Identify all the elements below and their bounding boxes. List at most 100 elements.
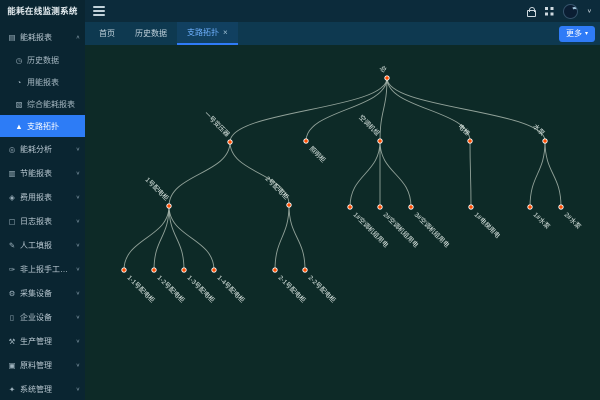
tab-0[interactable]: 首页	[89, 22, 125, 45]
sidebar-item-13[interactable]: ⚒生产管理∨	[0, 329, 85, 353]
tree-node-l1[interactable]	[122, 268, 126, 272]
tree-node-label-n1: 一号变压器	[203, 109, 233, 139]
tree-node-n1a[interactable]	[167, 204, 171, 208]
sidebar-item-5[interactable]: ◎能耗分析∨	[0, 137, 85, 161]
sidebar-item-9[interactable]: ✎人工填报∨	[0, 233, 85, 257]
app-title: 能耗在线监测系统	[0, 0, 85, 22]
fullscreen-grid-icon[interactable]	[545, 7, 554, 16]
tree-node-label-l4: 1-4号配电柜	[216, 273, 248, 305]
tree-node-label-root: 总	[378, 63, 389, 74]
tree-node-label-n4: 电梯	[456, 122, 472, 138]
composite-report-icon: ▧	[14, 100, 24, 109]
tree-edge-root-n4	[387, 78, 470, 141]
sidebar-item-15[interactable]: ✦系统管理∨	[0, 377, 85, 400]
chevron-down-icon: ∨	[76, 242, 80, 248]
sidebar-item-label: 费用报表	[20, 192, 74, 203]
tree-node-n5a[interactable]	[528, 205, 532, 209]
tree-node-l4[interactable]	[212, 268, 216, 272]
tree-node-root[interactable]	[385, 76, 389, 80]
tree-node-label-l1: 1-1号配电柜	[126, 273, 158, 305]
tree-edge-n1a-l4	[169, 206, 214, 270]
tree-node-label-n4a: 1#电梯用电	[473, 210, 503, 240]
tree-node-label-n3: 空调机组	[357, 113, 382, 138]
tree-node-n3b[interactable]	[378, 205, 382, 209]
topology-canvas: 总一号变压器照明柜空调机组电梯水泵1号配电柜2号配电柜1#空调机组用电2#空调机…	[85, 45, 600, 400]
history-icon: ◷	[14, 56, 24, 65]
chevron-down-icon: ∨	[76, 386, 80, 392]
sidebar-item-0[interactable]: ▤能耗报表∧	[0, 25, 85, 49]
tree-edge-n5-n5b	[545, 141, 561, 207]
sidebar-item-4[interactable]: ▲支路拓扑	[0, 115, 85, 137]
tree-node-n3[interactable]	[378, 139, 382, 143]
sidebar-item-label: 支路拓扑	[27, 121, 80, 132]
tree-edge-n1b-l5	[275, 205, 289, 270]
tree-node-n1[interactable]	[228, 140, 232, 144]
sidebar-item-label: 非上报手工录入	[20, 264, 74, 275]
user-avatar[interactable]	[563, 4, 578, 19]
tree-node-n4a[interactable]	[469, 205, 473, 209]
tab-label: 历史数据	[135, 28, 167, 39]
tree-node-l3[interactable]	[182, 268, 186, 272]
tab-list: 首页历史数据 支路拓扑 ×	[89, 22, 238, 45]
topology-icon: ▲	[14, 122, 24, 131]
log-report-icon: ▢	[7, 217, 17, 226]
tree-edge-n3-n3c	[380, 141, 411, 207]
manual-entry-icon: ✎	[7, 241, 17, 250]
sidebar-item-7[interactable]: ◈费用报表∨	[0, 185, 85, 209]
more-button[interactable]: 更多 ▾	[559, 26, 595, 42]
tree-node-label-n2: 照明柜	[308, 144, 329, 165]
tree-node-n3a[interactable]	[348, 205, 352, 209]
sidebar-item-3[interactable]: ▧综合能耗报表	[0, 93, 85, 115]
lock-icon[interactable]	[527, 10, 536, 17]
tree-node-n1b[interactable]	[287, 203, 291, 207]
sidebar-item-11[interactable]: ⚙采集设备∨	[0, 281, 85, 305]
tree-node-n4[interactable]	[468, 139, 472, 143]
sidebar-item-2[interactable]: ◔用能报表	[0, 71, 85, 93]
tree-node-n5[interactable]	[543, 139, 547, 143]
sidebar-item-12[interactable]: ▯企业设备∨	[0, 305, 85, 329]
tree-node-label-n5: 水泵	[531, 122, 547, 138]
tab-close-icon[interactable]: ×	[223, 28, 228, 37]
branch-topology-svg: 总一号变压器照明柜空调机组电梯水泵1号配电柜2号配电柜1#空调机组用电2#空调机…	[85, 45, 600, 400]
sidebar-item-label: 用能报表	[27, 77, 80, 88]
sidebar-item-14[interactable]: ▣原料管理∨	[0, 353, 85, 377]
tab-label: 支路拓扑	[187, 27, 219, 38]
sidebar-item-1[interactable]: ◷历史数据	[0, 49, 85, 71]
more-caret-icon: ▾	[585, 31, 588, 37]
tree-node-l5[interactable]	[273, 268, 277, 272]
chevron-up-icon: ∧	[76, 34, 80, 40]
tree-edge-n1b-l6	[289, 205, 305, 270]
tree-node-label-n5a: 1#水泵	[532, 210, 553, 231]
tab-bar: 首页历史数据 支路拓扑 × 更多 ▾	[85, 22, 600, 45]
chevron-down-icon: ∨	[76, 338, 80, 344]
production-icon: ⚒	[7, 337, 17, 346]
tree-node-label-n1b: 2号配电柜	[264, 174, 292, 202]
chevron-down-icon: ∨	[76, 314, 80, 320]
sidebar-item-label: 综合能耗报表	[27, 99, 80, 110]
tree-node-n5b[interactable]	[559, 205, 563, 209]
tree-node-label-l2: 1-2号配电柜	[156, 273, 188, 305]
tree-node-n2[interactable]	[304, 139, 308, 143]
collector-device-icon: ⚙	[7, 289, 17, 298]
sidebar-item-label: 能耗分析	[20, 144, 74, 155]
sidebar-item-8[interactable]: ▢日志报表∨	[0, 209, 85, 233]
sidebar-item-10[interactable]: ✑非上报手工录入∨	[0, 257, 85, 281]
more-button-label: 更多	[566, 30, 582, 38]
cost-report-icon: ◈	[7, 193, 17, 202]
sidebar-item-label: 生产管理	[20, 336, 74, 347]
tree-node-l6[interactable]	[303, 268, 307, 272]
tree-node-n3c[interactable]	[409, 205, 413, 209]
energy-use-icon: ◔	[14, 78, 24, 87]
chevron-down-icon: ∨	[76, 290, 80, 296]
tree-node-l2[interactable]	[152, 268, 156, 272]
chevron-down-icon[interactable]: ∨	[587, 8, 592, 14]
sidebar-item-6[interactable]: ▥节能报表∨	[0, 161, 85, 185]
tab-2[interactable]: 支路拓扑 ×	[177, 22, 238, 45]
chevron-down-icon: ∨	[76, 218, 80, 224]
system-icon: ✦	[7, 385, 17, 394]
app-window: 能耗在线监测系统 ▤能耗报表∧◷历史数据◔用能报表▧综合能耗报表▲支路拓扑◎能耗…	[0, 0, 600, 400]
chevron-down-icon: ∨	[76, 194, 80, 200]
tab-1[interactable]: 历史数据	[125, 22, 177, 45]
chevron-down-icon: ∨	[76, 146, 80, 152]
menu-toggle-icon[interactable]	[93, 6, 105, 16]
